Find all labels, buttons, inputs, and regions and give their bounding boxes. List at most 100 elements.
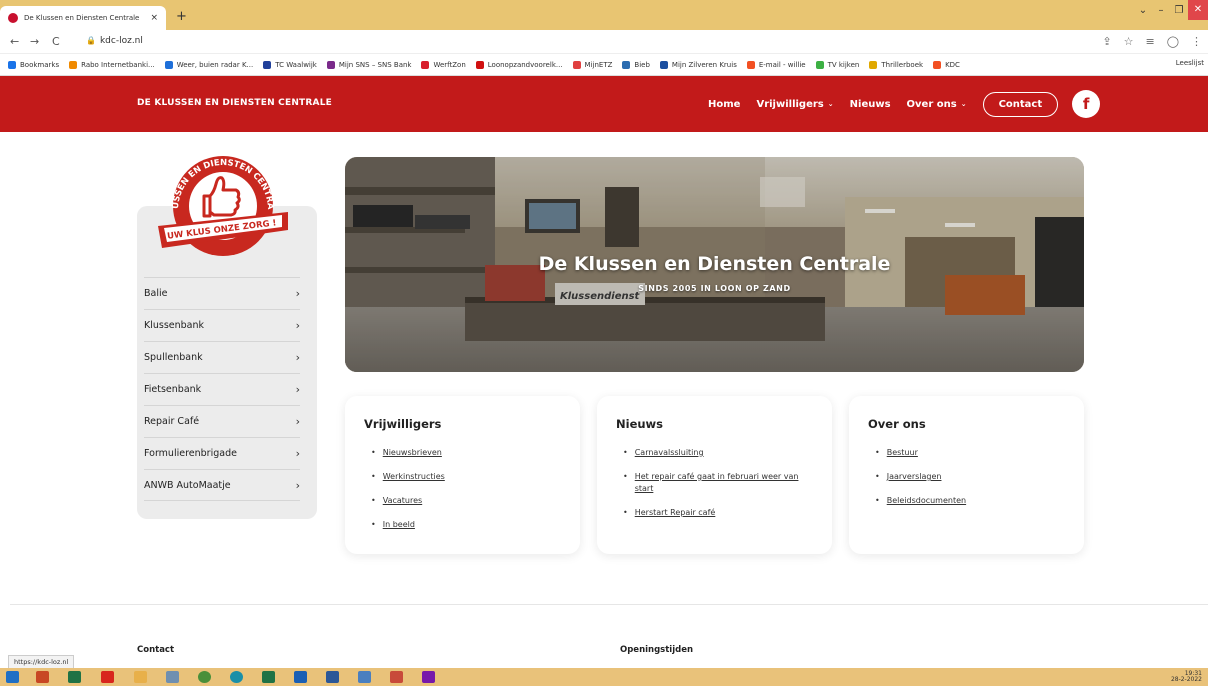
link-vacatures[interactable]: Vacatures — [383, 495, 422, 507]
maximize-icon[interactable]: ❐ — [1170, 5, 1188, 16]
forward-icon[interactable]: → — [30, 35, 39, 48]
bookmark-item[interactable]: TC Waalwijk — [263, 60, 317, 69]
link-bestuur[interactable]: Bestuur — [887, 447, 918, 459]
bookmark-label: Rabo Internetbanki... — [81, 60, 155, 69]
tab-search-icon[interactable]: ⌄ — [1134, 5, 1152, 16]
kdc-logo[interactable]: KLUSSEN EN DIENSTEN CENTRALE UW KLUS ONZ… — [158, 152, 288, 260]
profile-icon[interactable]: ◯ — [1167, 35, 1179, 48]
contact-button[interactable]: Contact — [982, 91, 1059, 117]
bookmark-icon — [572, 60, 581, 69]
bookmark-icon — [421, 60, 430, 69]
bookmark-item[interactable]: Thrillerboek — [869, 60, 923, 69]
sidebar-item-fietsenbank[interactable]: Fietsenbank › — [144, 373, 300, 405]
bookmark-item[interactable]: Mijn SNS – SNS Bank — [326, 60, 411, 69]
bookmark-item[interactable]: WerftZon — [421, 60, 466, 69]
paint-icon[interactable] — [390, 671, 403, 683]
sidebar-item-balie[interactable]: Balie › — [144, 277, 300, 309]
bookmark-item[interactable]: Bookmarks — [8, 60, 59, 69]
publisher-icon[interactable] — [68, 671, 81, 683]
menu-icon[interactable]: ⋮ — [1191, 35, 1202, 48]
card-title: Vrijwilligers — [364, 417, 442, 431]
back-icon[interactable]: ← — [10, 35, 19, 48]
bookmark-label: Bieb — [634, 60, 650, 69]
browser-tab-bar: De Klussen en Diensten Centrale × + ⌄ – … — [0, 0, 1208, 30]
bookmark-item[interactable]: Bieb — [622, 60, 650, 69]
url-field[interactable]: 🔒 kdc-loz.nl — [86, 36, 143, 46]
link-beleidsdocumenten[interactable]: Beleidsdocumenten — [887, 495, 966, 507]
tab-close-icon[interactable]: × — [150, 13, 158, 23]
explorer-icon[interactable] — [134, 671, 147, 683]
bookmark-item[interactable]: TV kijken — [815, 60, 860, 69]
share-icon[interactable]: ⇪ — [1102, 35, 1111, 48]
link-repair-cafe-februari[interactable]: Het repair café gaat in februari weer va… — [635, 471, 813, 495]
notepad-icon[interactable] — [358, 671, 371, 683]
bookmark-item[interactable]: E-mail - willie — [746, 60, 806, 69]
nav-vrijwilligers[interactable]: Vrijwilligers ⌄ — [756, 99, 833, 110]
sidebar-item-label: Spullenbank — [144, 352, 203, 363]
sidebar-item-label: Repair Café — [144, 416, 200, 427]
main-navigation: Home Vrijwilligers ⌄ Nieuws Over ons ⌄ Con… — [708, 90, 1101, 118]
sidebar-item-klussenbank[interactable]: Klussenbank › — [144, 309, 300, 341]
link-herstart-repair-cafe[interactable]: Herstart Repair café — [635, 507, 716, 519]
sidebar-item-repair-cafe[interactable]: Repair Café › — [144, 405, 300, 437]
word-icon[interactable] — [326, 671, 339, 683]
sidebar-item-formulierenbrigade[interactable]: Formulierenbrigade › — [144, 437, 300, 469]
powerpoint-icon[interactable] — [36, 671, 49, 683]
bookmark-item[interactable]: Rabo Internetbanki... — [69, 60, 155, 69]
browser-tab[interactable]: De Klussen en Diensten Centrale × — [0, 6, 166, 30]
card-nieuws: Nieuws • Carnavalssluiting • Het repair ca… — [597, 396, 832, 554]
address-bar-actions: ⇪ ☆ ≡ ◯ ⋮ — [1102, 35, 1202, 48]
chrome-icon[interactable] — [198, 671, 211, 683]
nav-over-ons[interactable]: Over ons ⌄ — [907, 99, 967, 110]
bookmark-item[interactable]: KDC — [933, 60, 960, 69]
windows-start-icon[interactable] — [6, 671, 19, 683]
link-werkinstructies[interactable]: Werkinstructies — [383, 471, 445, 483]
nav-nieuws[interactable]: Nieuws — [850, 99, 891, 110]
hero-title: De Klussen en Diensten Centrale — [538, 253, 891, 275]
bookmark-label: TV kijken — [827, 60, 860, 69]
bookmark-item[interactable]: MijnETZ — [572, 60, 612, 69]
bookmark-icon — [164, 60, 173, 69]
facebook-icon[interactable]: f — [1072, 90, 1101, 118]
reload-icon[interactable]: C — [52, 35, 60, 48]
link-nieuwsbrieven[interactable]: Nieuwsbrieven — [383, 447, 442, 459]
sidebar-item-label: Balie — [144, 288, 168, 299]
bookmark-icon — [659, 60, 668, 69]
bookmark-item[interactable]: Loonopzandvoorelk... — [475, 60, 563, 69]
excel-icon[interactable] — [262, 671, 275, 683]
sidebar-item-label: Fietsenbank — [144, 384, 202, 395]
footer-hours-heading: Openingstijden — [620, 645, 694, 655]
list-item: • Vacatures — [371, 495, 423, 507]
edge-icon[interactable] — [230, 671, 243, 683]
bookmark-item[interactable]: Weer, buien radar K... — [164, 60, 253, 69]
link-jaarverslagen[interactable]: Jaarverslagen — [887, 471, 942, 483]
bookmark-star-icon[interactable]: ☆ — [1124, 35, 1134, 48]
calculator-icon[interactable] — [166, 671, 179, 683]
minimize-icon[interactable]: – — [1152, 5, 1170, 16]
outlook-icon[interactable] — [294, 671, 307, 683]
reading-list-button[interactable]: Leeslijst — [1176, 59, 1204, 67]
taskbar: 19:31 28-2-2022 — [0, 668, 1208, 686]
bookmark-icon — [622, 60, 631, 69]
link-in-beeld[interactable]: In beeld — [383, 519, 415, 531]
system-tray[interactable]: 19:31 28-2-2022 — [1171, 671, 1202, 683]
media-icon[interactable]: ≡ — [1145, 35, 1154, 48]
nav-home[interactable]: Home — [708, 99, 740, 110]
pdf-icon[interactable] — [101, 671, 114, 683]
card-links: • Nieuwsbrieven • Werkinstructies • Vacatur… — [371, 447, 561, 543]
bookmark-icon — [263, 60, 272, 69]
chevron-right-icon: › — [295, 287, 300, 300]
bookmark-item[interactable]: Mijn Zilveren Kruis — [659, 60, 737, 69]
sidebar-item-label: ANWB AutoMaatje — [144, 479, 231, 491]
sidebar-item-spullenbank[interactable]: Spullenbank › — [144, 341, 300, 373]
site-name[interactable]: DE KLUSSEN EN DIENSTEN CENTRALE — [137, 98, 332, 108]
bookmark-icon — [69, 60, 78, 69]
close-window-icon[interactable]: ✕ — [1188, 0, 1208, 20]
status-url: https://kdc-loz.nl — [8, 655, 75, 669]
onenote-icon[interactable] — [422, 671, 435, 683]
link-carnavalssluiting[interactable]: Carnavalssluiting — [635, 447, 704, 459]
new-tab-button[interactable]: + — [176, 9, 187, 24]
sidebar-item-anwb-automaatje[interactable]: ANWB AutoMaatje › — [144, 469, 300, 501]
bookmark-label: KDC — [945, 60, 960, 69]
bookmark-icon — [933, 60, 942, 69]
